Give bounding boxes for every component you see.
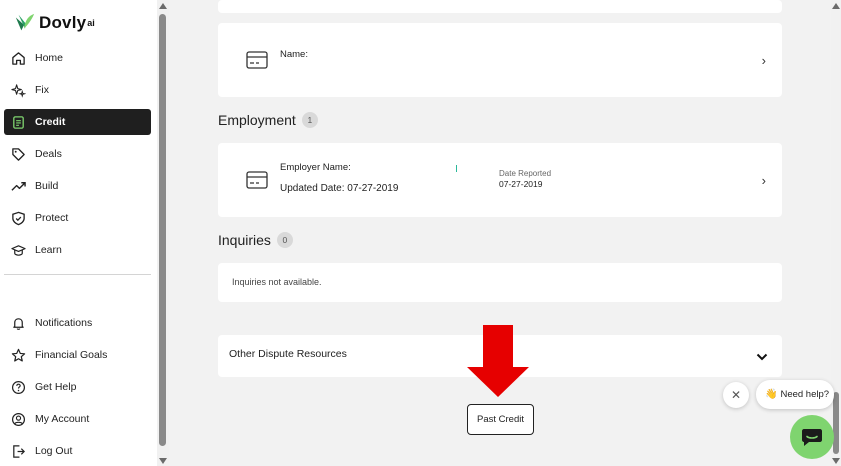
inquiries-title: Inquiries xyxy=(218,232,271,248)
nav-item-build[interactable]: Build xyxy=(4,173,151,199)
sidebar-divider xyxy=(4,274,151,275)
chat-bubble-icon xyxy=(802,429,822,446)
leaf-logo-icon xyxy=(15,13,35,31)
home-icon xyxy=(10,50,26,66)
employment-heading: Employment 1 xyxy=(218,112,318,128)
user-circle-icon xyxy=(10,411,26,427)
status-tick xyxy=(456,165,457,172)
dovly-logo[interactable]: Dovly ai xyxy=(14,12,95,34)
sidebar-scrollbar[interactable] xyxy=(157,0,169,466)
card-id-icon xyxy=(246,171,268,189)
nav-label: Fix xyxy=(35,84,49,96)
nav-label: Get Help xyxy=(35,381,77,393)
sparkle-icon xyxy=(10,82,26,98)
nav-item-learn[interactable]: Learn xyxy=(4,237,151,263)
graduation-cap-icon xyxy=(10,242,26,258)
primary-nav: Home Fix Credit Deals Build Protect Lear… xyxy=(4,45,151,269)
chevron-down-icon[interactable] xyxy=(756,349,768,367)
scroll-up-arrow-icon[interactable] xyxy=(159,3,167,9)
nav-label: Deals xyxy=(35,148,62,160)
employment-card[interactable]: Employer Name: Updated Date: 07-27-2019 … xyxy=(218,143,782,217)
card-id-icon xyxy=(246,51,268,69)
chat-prompt-bubble[interactable]: 👋 Need help? xyxy=(756,380,834,409)
past-credit-button[interactable]: Past Credit xyxy=(467,404,534,435)
name-label: Name: xyxy=(280,49,308,60)
nav-item-credit[interactable]: Credit xyxy=(4,109,151,135)
chat-launcher-button[interactable] xyxy=(790,415,834,459)
nav-label: Financial Goals xyxy=(35,349,108,361)
scroll-down-arrow-icon[interactable] xyxy=(159,458,167,464)
close-icon: ✕ xyxy=(730,388,742,402)
nav-label: Learn xyxy=(35,244,62,256)
scroll-down-arrow-icon[interactable] xyxy=(832,458,840,464)
chevron-right-icon[interactable]: › xyxy=(762,173,766,188)
employer-name-label: Employer Name: xyxy=(280,162,351,173)
nav-label: My Account xyxy=(35,413,90,425)
brand-name: Dovly xyxy=(39,13,87,32)
scroll-up-arrow-icon[interactable] xyxy=(832,3,840,9)
nav-label: Build xyxy=(35,180,59,192)
scrollbar-thumb[interactable] xyxy=(159,14,166,446)
sidebar: Dovly ai Home Fix Credit Deals Build Pro… xyxy=(0,0,158,466)
previous-card xyxy=(218,0,782,13)
bell-icon xyxy=(10,315,26,331)
inquiries-count-badge: 0 xyxy=(276,232,293,248)
red-arrow-annotation-icon xyxy=(467,325,529,397)
inquiries-heading: Inquiries 0 xyxy=(218,232,293,248)
employment-title: Employment xyxy=(218,112,296,128)
nav-item-financial-goals[interactable]: Financial Goals xyxy=(4,342,151,368)
star-icon xyxy=(10,347,26,363)
nav-label: Log Out xyxy=(35,445,73,457)
date-reported-label: Date Reported xyxy=(499,169,552,178)
updated-date: Updated Date: 07-27-2019 xyxy=(280,183,399,194)
nav-label: Protect xyxy=(35,212,69,224)
scrollbar-thumb[interactable] xyxy=(833,392,839,454)
nav-label: Notifications xyxy=(35,317,93,329)
nav-item-fix[interactable]: Fix xyxy=(4,77,151,103)
inquiries-card: Inquiries not available. xyxy=(218,263,782,302)
help-circle-icon xyxy=(10,379,26,395)
chat-close-button[interactable]: ✕ xyxy=(723,382,749,408)
employment-count-badge: 1 xyxy=(301,112,318,128)
chevron-right-icon[interactable]: › xyxy=(762,53,766,68)
shield-check-icon xyxy=(10,210,26,226)
tag-icon xyxy=(10,146,26,162)
nav-label: Home xyxy=(35,52,64,64)
nav-item-protect[interactable]: Protect xyxy=(4,205,151,231)
nav-item-notifications[interactable]: Notifications xyxy=(4,310,151,336)
chat-prompt-text: Need help? xyxy=(780,389,830,400)
logout-icon xyxy=(10,443,26,459)
nav-item-deals[interactable]: Deals xyxy=(4,141,151,167)
wave-hand-icon: 👋 xyxy=(765,389,778,400)
nav-item-get-help[interactable]: Get Help xyxy=(4,374,151,400)
nav-item-log-out[interactable]: Log Out xyxy=(4,438,151,464)
brand-suffix: ai xyxy=(87,18,95,28)
other-dispute-resources-title: Other Dispute Resources xyxy=(229,348,347,360)
date-reported-value: 07-27-2019 xyxy=(499,179,543,189)
document-icon xyxy=(10,114,26,130)
nav-label: Credit xyxy=(35,116,66,128)
trend-up-icon xyxy=(10,178,26,194)
nav-item-home[interactable]: Home xyxy=(4,45,151,71)
secondary-nav: Notifications Financial Goals Get Help M… xyxy=(4,310,151,466)
name-card[interactable]: Name: › xyxy=(218,23,782,97)
nav-item-my-account[interactable]: My Account xyxy=(4,406,151,432)
inquiries-empty-text: Inquiries not available. xyxy=(232,277,322,287)
